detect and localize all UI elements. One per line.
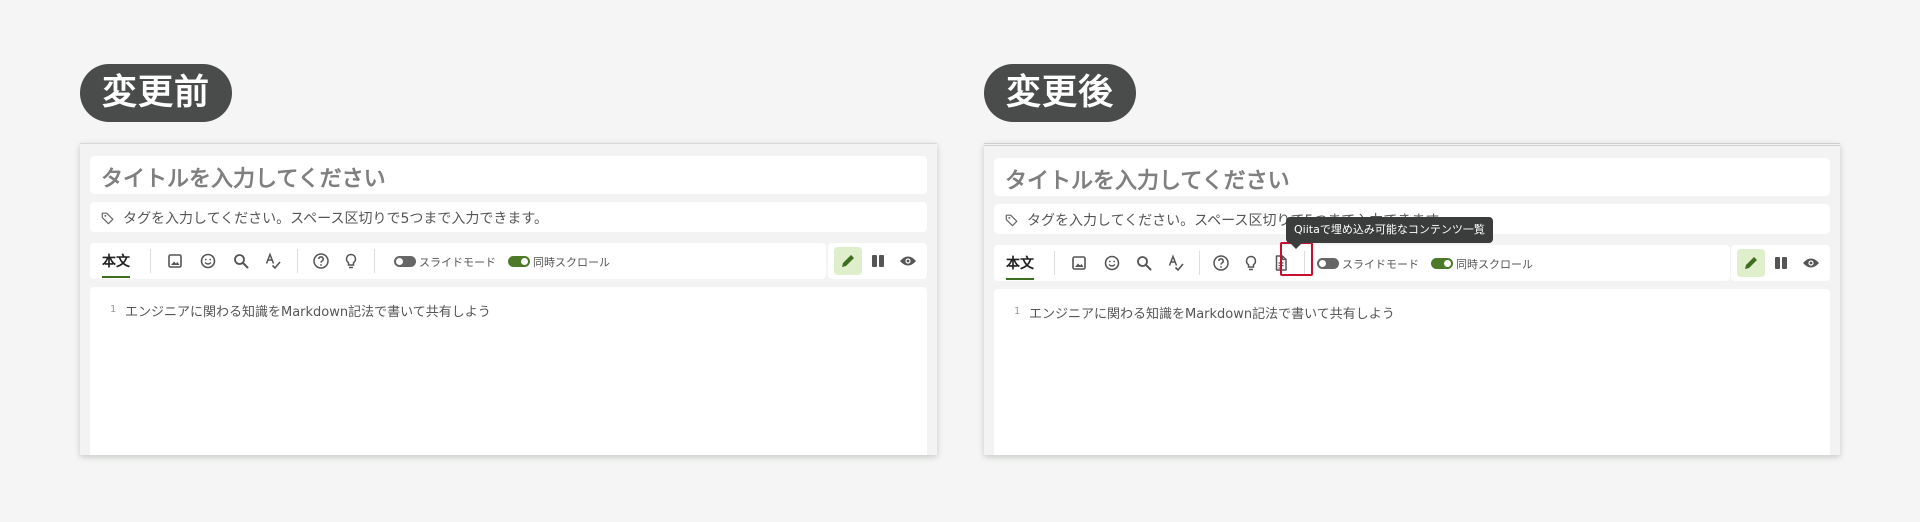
markdown-editor[interactable]: 1 エンジニアに関わる知識をMarkdown記法で書いて共有しよう — [90, 287, 927, 455]
body-placeholder: エンジニアに関わる知識をMarkdown記法で書いて共有しよう — [125, 305, 491, 320]
pencil-icon — [842, 255, 854, 267]
pencil-icon — [1745, 257, 1757, 269]
sync-scroll-label: 同時スクロール — [1456, 258, 1533, 271]
columns-icon — [872, 255, 884, 267]
body-placeholder: エンジニアに関わる知識をMarkdown記法で書いて共有しよう — [1029, 307, 1395, 322]
tooltip-arrow — [1290, 243, 1302, 249]
tag-icon — [1005, 212, 1019, 227]
slide-mode-toggle[interactable] — [1317, 258, 1339, 269]
image-icon[interactable] — [165, 251, 185, 271]
title-placeholder: タイトルを入力してください — [1005, 169, 1290, 194]
slide-mode-toggle[interactable] — [394, 256, 416, 267]
toolbar-divider — [1199, 251, 1200, 275]
preview-mode-button[interactable] — [1797, 249, 1825, 277]
emoji-icon[interactable] — [198, 251, 218, 271]
split-mode-button[interactable] — [864, 247, 892, 275]
eye-icon — [900, 256, 916, 266]
image-icon[interactable] — [1069, 253, 1089, 273]
toolbar-divider — [150, 249, 151, 273]
title-input[interactable]: タイトルを入力してください — [994, 158, 1830, 196]
editor-toolbar: 本文 スライドモード 同時スクロール — [994, 245, 1730, 281]
view-mode-bar — [1731, 245, 1830, 281]
view-mode-bar — [828, 243, 927, 279]
columns-icon — [1775, 257, 1787, 269]
split-mode-button[interactable] — [1767, 249, 1795, 277]
emoji-icon[interactable] — [1102, 253, 1122, 273]
toolbar-divider — [374, 249, 375, 273]
title-placeholder: タイトルを入力してください — [101, 167, 386, 192]
search-icon[interactable] — [1134, 253, 1154, 273]
markdown-editor[interactable]: 1 エンジニアに関わる知識をMarkdown記法で書いて共有しよう — [994, 289, 1830, 455]
lightbulb-icon[interactable] — [1241, 253, 1261, 273]
slide-mode-label: スライドモード — [1342, 258, 1419, 271]
preview-mode-button[interactable] — [894, 247, 922, 275]
spellcheck-icon[interactable] — [263, 251, 283, 271]
sync-scroll-label: 同時スクロール — [533, 256, 610, 269]
search-icon[interactable] — [231, 251, 251, 271]
after-badge: 変更後 — [984, 64, 1137, 122]
slide-mode-label: スライドモード — [419, 256, 496, 269]
toolbar-divider — [297, 249, 298, 273]
spellcheck-icon[interactable] — [1166, 253, 1186, 273]
lightbulb-icon[interactable] — [341, 251, 361, 271]
editor-before: タイトルを入力してください タグを入力してください。スペース区切りで5つまで入力… — [80, 143, 937, 455]
editor-after: タイトルを入力してください タグを入力してください。スペース区切りで5つまで入力… — [984, 143, 1840, 455]
toolbar-divider — [1054, 251, 1055, 275]
tag-icon — [101, 210, 115, 225]
tag-input[interactable]: タグを入力してください。スペース区切りで5つまで入力できます。 — [90, 202, 927, 232]
help-icon[interactable] — [1211, 253, 1231, 273]
eye-icon — [1803, 258, 1819, 268]
before-badge: 変更前 — [80, 64, 233, 122]
line-number: 1 — [1014, 306, 1021, 317]
embed-list-tooltip: Qiitaで埋め込み可能なコンテンツ一覧 — [1286, 217, 1493, 243]
line-number: 1 — [110, 304, 117, 315]
tab-body[interactable]: 本文 — [1006, 253, 1034, 280]
sync-scroll-toggle[interactable] — [1431, 258, 1453, 269]
tab-body[interactable]: 本文 — [102, 251, 130, 278]
edit-mode-button[interactable] — [1737, 249, 1765, 277]
title-input[interactable]: タイトルを入力してください — [90, 156, 927, 194]
editor-toolbar: 本文 スライドモード 同時スクロール — [90, 243, 826, 279]
sync-scroll-toggle[interactable] — [508, 256, 530, 267]
tag-placeholder: タグを入力してください。スペース区切りで5つまで入力できます。 — [123, 211, 548, 227]
help-icon[interactable] — [311, 251, 331, 271]
edit-mode-button[interactable] — [834, 247, 862, 275]
